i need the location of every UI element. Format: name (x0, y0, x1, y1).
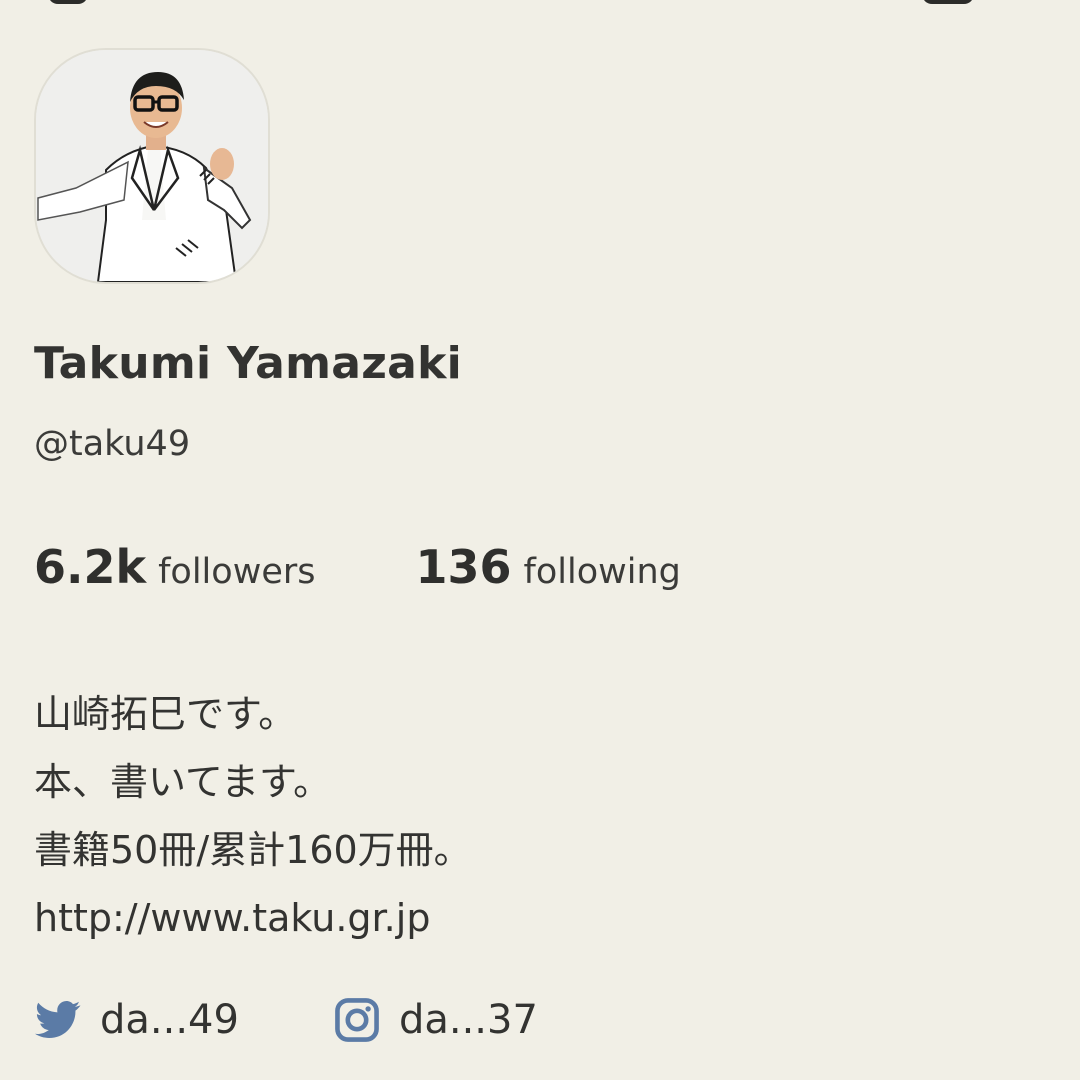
following-count: 136 (415, 540, 512, 594)
twitter-link[interactable]: da...49 (34, 996, 239, 1044)
profile-stats: 6.2k followers 136 following (34, 540, 681, 594)
profile-bio: 山崎拓巳です。 本、書いてます。 書籍50冊/累計160万冊。 http://w… (34, 680, 472, 952)
followers-count: 6.2k (34, 540, 147, 594)
avatar[interactable] (34, 48, 270, 284)
bio-line: 書籍50冊/累計160万冊。 (34, 828, 472, 872)
twitter-username: da...49 (100, 997, 239, 1043)
bio-line: 本、書いてます。 (34, 760, 332, 804)
cropped-top-element-right (922, 0, 974, 4)
following-stat[interactable]: 136 following (415, 540, 680, 594)
bio-link[interactable]: http://www.taku.gr.jp (34, 884, 472, 952)
profile-handle: @taku49 (34, 424, 191, 464)
instagram-icon (333, 996, 381, 1044)
following-label: following (523, 552, 681, 592)
followers-stat[interactable]: 6.2k followers (34, 540, 315, 594)
cropped-top-element-left (48, 0, 88, 4)
twitter-bird-icon (34, 996, 82, 1044)
profile-name: Takumi Yamazaki (34, 338, 463, 389)
instagram-link[interactable]: da...37 (333, 996, 538, 1044)
avatar-photo (36, 50, 268, 282)
social-links: da...49 da...37 (34, 996, 538, 1044)
instagram-username: da...37 (398, 997, 538, 1043)
profile-card: Takumi Yamazaki @taku49 6.2k followers 1… (0, 0, 1080, 1080)
followers-label: followers (158, 552, 316, 592)
bio-line: 山崎拓巳です。 (34, 692, 297, 736)
